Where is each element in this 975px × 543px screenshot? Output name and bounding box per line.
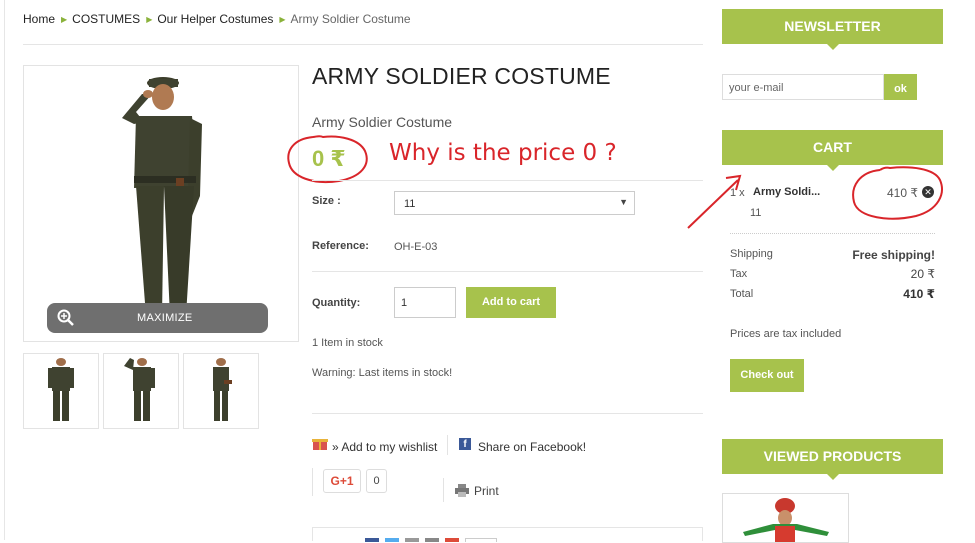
share-count-box bbox=[465, 538, 497, 542]
cart-header: CART bbox=[722, 130, 943, 171]
reference-value: OH-E-03 bbox=[394, 241, 438, 253]
cart-item-attribute: 11 bbox=[750, 207, 762, 219]
quantity-input[interactable]: 1 bbox=[394, 287, 456, 318]
breadcrumb-separator-icon: ▶ bbox=[279, 15, 286, 24]
add-to-wishlist-link[interactable]: » Add to my wishlist bbox=[332, 440, 437, 454]
soldier-figure-image bbox=[122, 77, 202, 324]
page-left-border bbox=[4, 0, 5, 540]
add-to-cart-button[interactable]: Add to cart bbox=[466, 287, 556, 318]
twitter-share-icon[interactable] bbox=[385, 538, 399, 542]
reference-label: Reference: bbox=[312, 240, 369, 252]
print-divider bbox=[443, 478, 444, 502]
maximize-button[interactable]: MAXIMIZE bbox=[47, 303, 268, 333]
breadcrumb-home[interactable]: Home bbox=[23, 12, 55, 26]
quantity-value: 1 bbox=[401, 297, 408, 309]
thumbnail-2[interactable] bbox=[103, 353, 179, 429]
annotation-circle-cart-price bbox=[852, 166, 943, 220]
size-label: Size : bbox=[312, 195, 341, 207]
maximize-label: MAXIMIZE bbox=[137, 312, 193, 324]
checkout-button[interactable]: Check out bbox=[730, 359, 804, 392]
annotation-text: Why is the price 0 ? bbox=[389, 140, 617, 166]
annotation-arrow-icon bbox=[687, 174, 742, 229]
viewed-product-image bbox=[743, 498, 829, 542]
newsletter-email-input[interactable]: your e-mail bbox=[722, 74, 884, 100]
header-pointer bbox=[827, 44, 839, 50]
shipping-label: Shipping bbox=[730, 248, 773, 260]
cart-item-name[interactable]: Army Soldi... bbox=[753, 186, 820, 198]
email-placeholder: your e-mail bbox=[729, 82, 784, 94]
info-divider bbox=[312, 413, 703, 414]
thumbnail-1[interactable] bbox=[23, 353, 99, 429]
breadcrumb-current: Army Soldier Costume bbox=[290, 12, 411, 26]
social-divider bbox=[312, 468, 313, 496]
breadcrumb-separator-icon: ▶ bbox=[146, 15, 153, 24]
breadcrumb: Home ▶ COSTUMES ▶ Our Helper Costumes ▶ Army S… bbox=[23, 12, 411, 26]
print-share-icon[interactable] bbox=[425, 538, 439, 542]
tax-value: 20 ₹ bbox=[910, 267, 935, 281]
tax-note: Prices are tax included bbox=[730, 328, 842, 340]
total-value: 410 ₹ bbox=[903, 287, 935, 301]
breadcrumb-costumes[interactable]: COSTUMES bbox=[72, 12, 140, 26]
product-title: ARMY SOLDIER COSTUME bbox=[312, 63, 611, 89]
viewed-products-header: VIEWED PRODUCTS bbox=[722, 439, 943, 480]
viewed-products-title: VIEWED PRODUCTS bbox=[763, 448, 902, 464]
header-pointer bbox=[827, 474, 839, 480]
google-plus-button[interactable]: G+1 bbox=[323, 469, 361, 493]
product-image[interactable] bbox=[23, 65, 299, 342]
google-plus-count: 0 bbox=[366, 469, 387, 493]
facebook-share-icon[interactable] bbox=[365, 538, 379, 542]
share-bar bbox=[312, 527, 703, 542]
thumbnail-soldier-image bbox=[48, 358, 74, 421]
info-divider bbox=[312, 271, 703, 272]
email-share-icon[interactable] bbox=[405, 538, 419, 542]
share-divider bbox=[447, 435, 448, 455]
thumbnail-soldier-image bbox=[213, 358, 232, 421]
total-label: Total bbox=[730, 288, 754, 300]
facebook-icon: f bbox=[459, 438, 471, 450]
thumbnail-soldier-image bbox=[124, 358, 155, 421]
cart-title: CART bbox=[813, 139, 852, 155]
product-short-description: Army Soldier Costume bbox=[312, 114, 453, 130]
tax-label: Tax bbox=[730, 268, 748, 280]
header-pointer bbox=[827, 165, 839, 171]
printer-icon bbox=[455, 484, 469, 497]
breadcrumb-helper-costumes[interactable]: Our Helper Costumes bbox=[157, 12, 273, 26]
gift-icon bbox=[312, 439, 328, 450]
shipping-value: Free shipping! bbox=[852, 248, 935, 262]
viewed-product-thumbnail[interactable] bbox=[722, 493, 849, 543]
newsletter-title: NEWSLETTER bbox=[784, 18, 881, 34]
newsletter-ok-button[interactable]: ok bbox=[884, 74, 917, 100]
stock-warning: Warning: Last items in stock! bbox=[312, 367, 453, 379]
share-facebook-link[interactable]: Share on Facebook! bbox=[478, 440, 586, 454]
cart-divider bbox=[730, 233, 935, 234]
zoom-icon bbox=[57, 309, 74, 326]
stock-status: 1 Item in stock bbox=[312, 337, 383, 349]
breadcrumb-divider bbox=[23, 44, 703, 45]
thumbnail-3[interactable] bbox=[183, 353, 259, 429]
size-select-value: 11 bbox=[404, 198, 416, 210]
breadcrumb-separator-icon: ▶ bbox=[61, 15, 68, 24]
chevron-down-icon: ▼ bbox=[619, 197, 628, 207]
print-link[interactable]: Print bbox=[474, 484, 499, 498]
info-divider bbox=[312, 180, 703, 181]
size-select[interactable]: 11 ▼ bbox=[394, 191, 635, 215]
newsletter-header: NEWSLETTER bbox=[722, 9, 943, 50]
quantity-label: Quantity: bbox=[312, 297, 361, 309]
google-share-icon[interactable] bbox=[445, 538, 459, 542]
